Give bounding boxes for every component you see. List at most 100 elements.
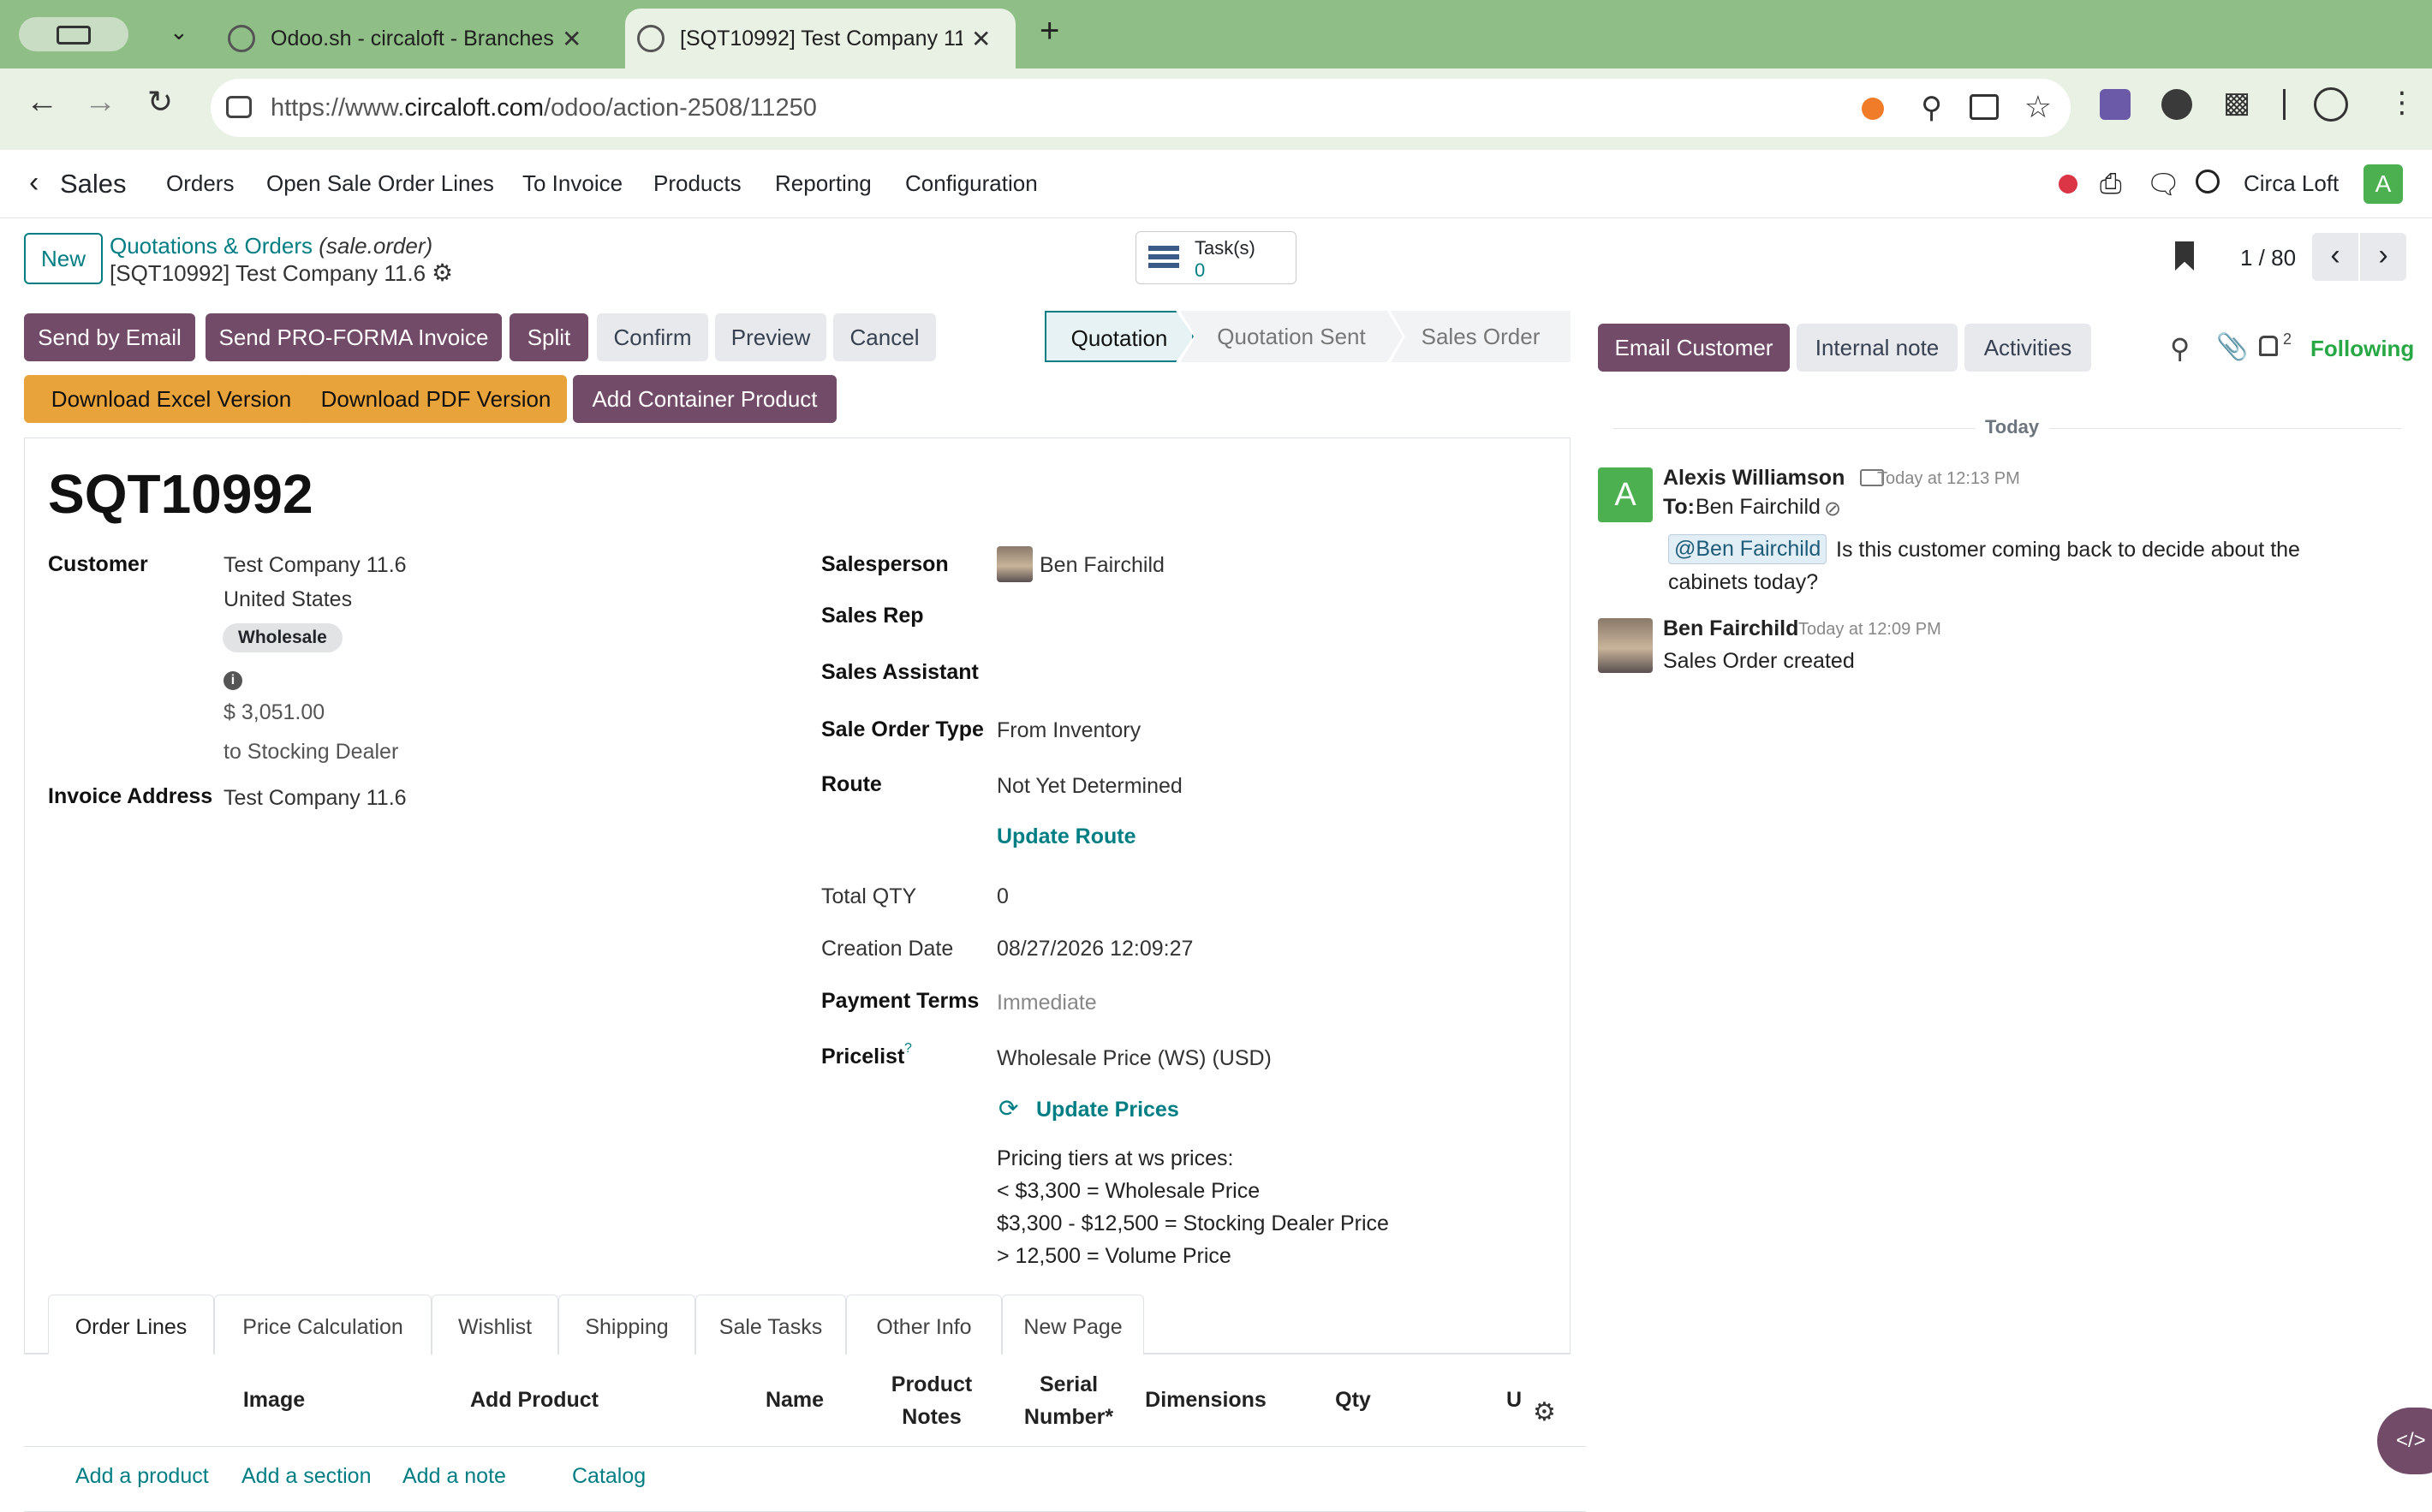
- close-tab-icon[interactable]: ✕: [971, 25, 991, 53]
- pager-value[interactable]: 1 / 80: [2240, 245, 2296, 271]
- confirm-button[interactable]: Confirm: [597, 313, 708, 361]
- internal-note-button[interactable]: Internal note: [1797, 324, 1958, 372]
- address-bar[interactable]: https://www.circaloft.com/odoo/action-25…: [211, 79, 2071, 137]
- pricelist-field[interactable]: Wholesale Price (WS) (USD): [997, 1046, 1272, 1071]
- split-button[interactable]: Split: [510, 313, 588, 361]
- author-avatar[interactable]: A: [1598, 467, 1653, 522]
- menu-configuration[interactable]: Configuration: [905, 170, 1038, 197]
- tab-sale-tasks[interactable]: Sale Tasks: [695, 1295, 846, 1354]
- zoom-icon[interactable]: ⚲: [1921, 91, 1942, 125]
- bookmark-star-icon[interactable]: ☆: [2024, 89, 2052, 125]
- mention-tag[interactable]: @Ben Fairchild: [1668, 534, 1827, 564]
- customer-tag[interactable]: Wholesale: [223, 623, 343, 652]
- add-section-link[interactable]: Add a section: [241, 1464, 372, 1489]
- info-icon[interactable]: i: [224, 671, 242, 690]
- gear-icon[interactable]: ⚙: [432, 259, 453, 287]
- column-add-product[interactable]: Add Product: [449, 1384, 620, 1416]
- following-button[interactable]: Following: [2310, 336, 2414, 362]
- update-route-button[interactable]: Update Route: [997, 824, 1136, 849]
- profile-icon[interactable]: [2314, 87, 2348, 122]
- route-field[interactable]: Not Yet Determined: [997, 774, 1183, 799]
- extension-icon[interactable]: [2100, 89, 2131, 120]
- tab-shipping[interactable]: Shipping: [558, 1295, 695, 1354]
- customer-field[interactable]: Test Company 11.6: [224, 553, 407, 578]
- tab-group-button[interactable]: [19, 17, 128, 51]
- refresh-icon[interactable]: ⟳: [998, 1094, 1018, 1122]
- chevron-left-icon[interactable]: ‹: [29, 166, 39, 199]
- browser-menu-icon[interactable]: ⋮: [2387, 86, 2417, 120]
- payment-terms-field[interactable]: Immediate: [997, 991, 1097, 1015]
- menu-orders[interactable]: Orders: [166, 170, 234, 197]
- tab-order-lines[interactable]: Order Lines: [48, 1295, 214, 1354]
- tab-new-page[interactable]: New Page: [1002, 1295, 1144, 1354]
- site-settings-icon[interactable]: [226, 96, 252, 118]
- puzzle-extensions-icon[interactable]: ▩: [2223, 86, 2250, 120]
- tab-price-calculation[interactable]: Price Calculation: [214, 1295, 432, 1354]
- company-switcher[interactable]: Circa Loft: [2244, 170, 2339, 197]
- app-home-link[interactable]: Sales: [60, 169, 127, 199]
- optional-columns-icon[interactable]: ⚙: [1533, 1397, 1556, 1427]
- message-author[interactable]: Ben Fairchild: [1663, 616, 1798, 641]
- tasks-smart-button[interactable]: Task(s) 0: [1136, 231, 1296, 284]
- new-record-button[interactable]: New: [24, 233, 103, 284]
- message-author[interactable]: Alexis Williamson: [1663, 466, 1845, 491]
- send-by-email-button[interactable]: Send by Email: [24, 313, 195, 361]
- search-icon[interactable]: ⚲: [2170, 332, 2190, 365]
- column-serial-number[interactable]: Serial Number*: [1016, 1368, 1122, 1433]
- column-image[interactable]: Image: [206, 1384, 343, 1416]
- column-qty[interactable]: Qty: [1310, 1384, 1396, 1416]
- forward-arrow-icon[interactable]: →: [84, 84, 116, 121]
- column-uom[interactable]: U: [1499, 1384, 1529, 1416]
- attachment-paperclip-icon[interactable]: 📎: [2216, 332, 2248, 362]
- followers-lock-icon[interactable]: [2259, 336, 2278, 356]
- browser-tab-active[interactable]: [SQT10992] Test Company 11.6 ✕: [625, 9, 1016, 68]
- download-pdf-button[interactable]: Download PDF Version: [305, 375, 567, 423]
- reload-icon[interactable]: ↻: [147, 84, 173, 120]
- user-avatar[interactable]: A: [2363, 164, 2403, 204]
- author-avatar[interactable]: [1598, 618, 1653, 673]
- add-container-product-button[interactable]: Add Container Product: [573, 375, 837, 423]
- bookmark-icon[interactable]: [2175, 241, 2194, 271]
- activities-button[interactable]: Activities: [1964, 324, 2091, 372]
- column-name[interactable]: Name: [743, 1384, 846, 1416]
- pager-next-icon[interactable]: ›: [2360, 233, 2406, 281]
- menu-open-sale-order-lines[interactable]: Open Sale Order Lines: [266, 170, 494, 197]
- browser-tab-odoo-sh[interactable]: Odoo.sh - circaloft - Branches ✕: [224, 9, 610, 68]
- add-product-link[interactable]: Add a product: [75, 1464, 209, 1489]
- salesperson-field[interactable]: Ben Fairchild: [1040, 553, 1165, 578]
- extension-badge-icon[interactable]: [1862, 98, 1884, 120]
- status-sales-order[interactable]: Sales Order: [1391, 311, 1571, 362]
- tab-wishlist[interactable]: Wishlist: [432, 1295, 558, 1354]
- invoice-address-field[interactable]: Test Company 11.6: [224, 786, 407, 811]
- discuss-chat-icon[interactable]: 🗨: [2146, 168, 2181, 200]
- code-toggle-icon[interactable]: </>: [2377, 1408, 2432, 1474]
- cancel-button[interactable]: Cancel: [833, 313, 936, 361]
- extension-icon[interactable]: [2161, 89, 2192, 120]
- recording-dot-icon[interactable]: [2059, 175, 2077, 193]
- print-icon[interactable]: ⎙: [2100, 168, 2122, 200]
- install-app-icon[interactable]: [1970, 94, 1999, 120]
- menu-to-invoice[interactable]: To Invoice: [522, 170, 623, 197]
- new-tab-icon[interactable]: +: [1040, 12, 1059, 51]
- preview-button[interactable]: Preview: [715, 313, 826, 361]
- send-proforma-button[interactable]: Send PRO-FORMA Invoice: [206, 313, 502, 361]
- breadcrumb-quotations[interactable]: Quotations & Orders: [110, 233, 313, 259]
- status-quotation-sent[interactable]: Quotation Sent: [1180, 311, 1403, 362]
- pricelist-help-icon[interactable]: ?: [904, 1041, 912, 1057]
- tab-list-chevron-icon[interactable]: ⌄: [170, 19, 188, 45]
- activity-clock-icon[interactable]: [2196, 170, 2220, 193]
- sale-order-type-field[interactable]: From Inventory: [997, 718, 1141, 743]
- column-product-notes[interactable]: Product Notes: [880, 1368, 983, 1433]
- recipient-link[interactable]: Ben Fairchild: [1696, 495, 1821, 520]
- pager-previous-icon[interactable]: ‹: [2312, 233, 2358, 281]
- menu-products[interactable]: Products: [653, 170, 742, 197]
- email-customer-button[interactable]: Email Customer: [1598, 324, 1790, 372]
- download-excel-button[interactable]: Download Excel Version: [24, 375, 319, 423]
- update-prices-button[interactable]: Update Prices: [1036, 1098, 1179, 1122]
- column-dimensions[interactable]: Dimensions: [1137, 1384, 1274, 1416]
- back-arrow-icon[interactable]: ←: [26, 84, 58, 121]
- status-quotation[interactable]: Quotation: [1045, 311, 1194, 362]
- add-note-link[interactable]: Add a note: [402, 1464, 506, 1489]
- menu-reporting[interactable]: Reporting: [775, 170, 872, 197]
- tab-other-info[interactable]: Other Info: [846, 1295, 1002, 1354]
